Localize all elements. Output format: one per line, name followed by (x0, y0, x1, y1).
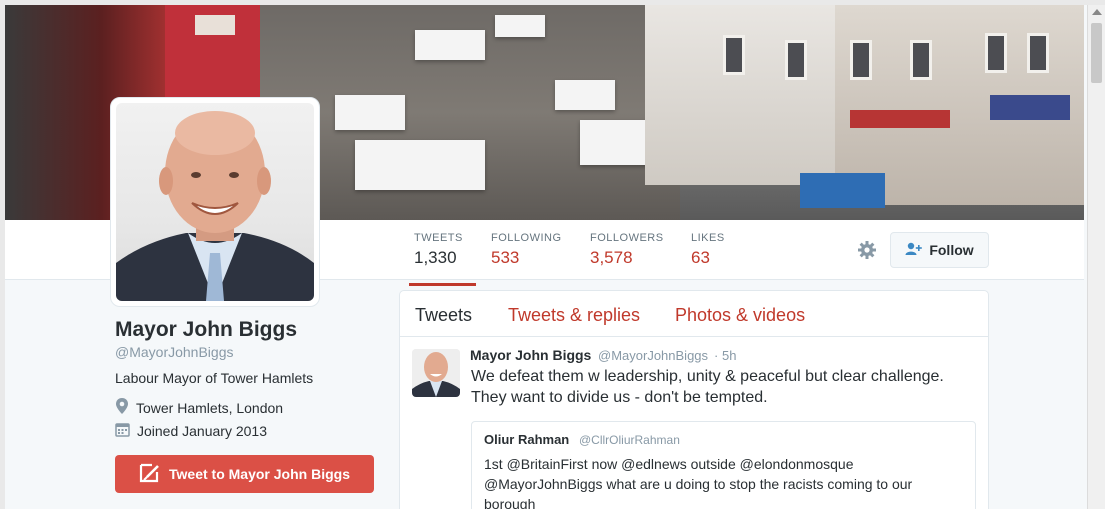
stat-label: TWEETS (414, 232, 463, 244)
tweet-item[interactable]: Mayor John Biggs @MayorJohnBiggs · 5h We… (400, 337, 988, 509)
stat-value: 533 (491, 248, 520, 267)
stat-likes[interactable]: LIKES 63 (691, 232, 725, 268)
tweet-author-avatar[interactable] (412, 349, 460, 397)
profile-joined: Joined January 2013 (115, 422, 267, 440)
stat-label: FOLLOWERS (590, 232, 664, 244)
tweet-timestamp[interactable]: 5h (722, 348, 736, 363)
page-scrollbar[interactable] (1087, 5, 1105, 509)
tab-photos-videos[interactable]: Photos & videos (675, 305, 805, 326)
stat-label: FOLLOWING (491, 232, 562, 244)
profile-bio: Labour Mayor of Tower Hamlets (115, 370, 314, 386)
joined-text: Joined January 2013 (137, 423, 267, 439)
gear-icon[interactable] (855, 238, 879, 262)
calendar-icon (115, 422, 130, 440)
tweet-author-name[interactable]: Mayor John Biggs (470, 347, 591, 363)
profile-location: Tower Hamlets, London (115, 398, 283, 417)
quoted-tweet[interactable]: Oliur Rahman @CllrOliurRahman 1st @Brita… (471, 421, 976, 509)
compose-icon (139, 463, 161, 486)
timeline: Tweets Tweets & replies Photos & videos … (399, 290, 989, 509)
tweet-to-label: Tweet to Mayor John Biggs (169, 466, 350, 482)
scrollbar-thumb[interactable] (1091, 23, 1102, 83)
scroll-up-arrow-icon[interactable] (1092, 9, 1102, 15)
stat-tweets[interactable]: TWEETS 1,330 (409, 232, 476, 286)
location-text: Tower Hamlets, London (136, 399, 284, 416)
tweet-separator: · (714, 348, 719, 363)
stat-value: 1,330 (414, 248, 457, 267)
add-user-icon (905, 242, 923, 259)
tweet-text: We defeat them w leadership, unity & pea… (471, 368, 944, 406)
stat-label: LIKES (691, 232, 725, 244)
avatar-portrait (116, 111, 314, 301)
quoted-author-name: Oliur Rahman (484, 432, 570, 447)
quoted-author-handle: @CllrOliurRahman (579, 433, 680, 447)
quoted-tweet-text: 1st @BritainFirst now @edlnews outside @… (484, 456, 913, 509)
follow-label: Follow (929, 242, 974, 258)
stat-value: 3,578 (590, 248, 633, 267)
tab-tweets-replies[interactable]: Tweets & replies (508, 305, 640, 326)
stat-value: 63 (691, 248, 710, 267)
tweet-to-button[interactable]: Tweet to Mayor John Biggs (115, 455, 374, 493)
tab-tweets[interactable]: Tweets (415, 305, 472, 326)
stat-followers[interactable]: FOLLOWERS 3,578 (590, 232, 664, 268)
profile-name[interactable]: Mayor John Biggs (115, 318, 297, 342)
location-pin-icon (115, 398, 129, 417)
stat-following[interactable]: FOLLOWING 533 (491, 232, 562, 268)
follow-button[interactable]: Follow (890, 232, 989, 268)
profile-handle[interactable]: @MayorJohnBiggs (115, 344, 234, 360)
profile-avatar[interactable] (110, 97, 320, 307)
tweet-author-handle[interactable]: @MayorJohnBiggs (598, 348, 708, 363)
timeline-tabs: Tweets Tweets & replies Photos & videos (400, 291, 988, 337)
